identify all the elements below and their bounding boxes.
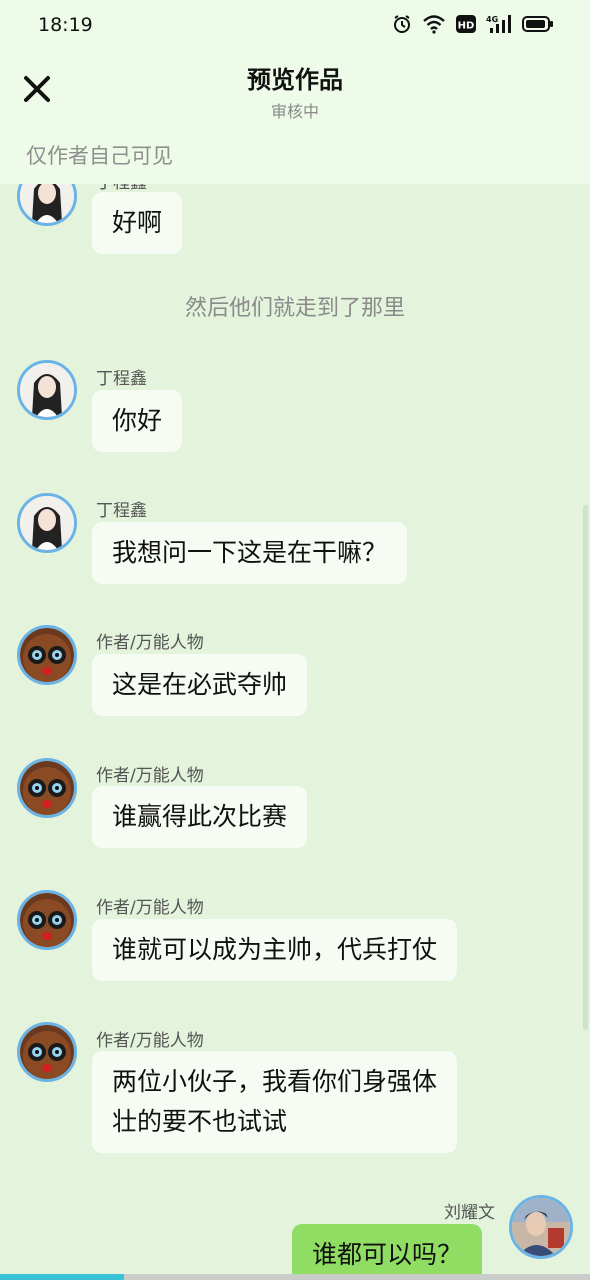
sender-name: 刘耀文 (444, 1203, 495, 1223)
battery-icon (522, 14, 554, 38)
message-bubble[interactable]: 我想问一下这是在干嘛？ (92, 522, 408, 584)
review-status: 审核中 (270, 102, 319, 121)
reading-progress-fill (0, 1274, 124, 1280)
page-title: 预览作品 (247, 66, 343, 94)
status-icons: HD 4G (392, 14, 554, 38)
sender-name: 作者/万能人物 (96, 898, 204, 918)
cartoon-avatar[interactable] (17, 1022, 77, 1082)
top-bar: 18:19 HD 4G 预览作品 审核中 仅作者自己可见 (0, 0, 590, 184)
chat-area[interactable]: 丁程鑫 好啊 然后他们就走到了那里 丁程鑫 你好 (0, 184, 590, 1280)
message-bubble[interactable]: 谁就可以成为主帅，代兵打仗 (92, 919, 458, 981)
cartoon-avatar[interactable] (17, 758, 77, 818)
message-bubble-self[interactable]: 谁都可以吗？ (292, 1224, 483, 1280)
hd-label: HD (458, 21, 475, 32)
cartoon-avatar[interactable] (17, 625, 77, 685)
girl-avatar[interactable] (17, 493, 77, 553)
message-bubble[interactable]: 这是在必武夺帅 (92, 654, 308, 716)
narration-text: 然后他们就走到了那里 (184, 296, 405, 321)
message-line: 壮的要不也试试 (112, 1107, 288, 1136)
sender-name: 作者/万能人物 (96, 766, 204, 786)
cartoon-avatar[interactable] (17, 890, 77, 950)
sender-name: 作者/万能人物 (96, 1031, 204, 1051)
sender-name: 丁程鑫 (96, 501, 147, 521)
message-line: 两位小伙子，我看你们身强体 (112, 1067, 438, 1096)
reading-progress-bar (0, 1274, 590, 1280)
network-label: 4G (486, 15, 498, 24)
message-bubble[interactable]: 好啊 (92, 192, 183, 254)
4g-signal-icon: 4G (486, 14, 512, 38)
visibility-note: 仅作者自己可见 (26, 144, 173, 168)
hd-icon: HD (456, 14, 476, 38)
boy-avatar[interactable] (509, 1195, 573, 1259)
message-bubble[interactable]: 你好 (92, 390, 183, 452)
sender-name: 丁程鑫 (96, 369, 147, 389)
alarm-icon (392, 14, 412, 38)
status-time: 18:19 (38, 14, 93, 36)
wifi-icon (422, 14, 446, 38)
message-bubble[interactable]: 两位小伙子，我看你们身强体 壮的要不也试试 (92, 1051, 458, 1153)
sender-name: 作者/万能人物 (96, 633, 204, 653)
message-bubble[interactable]: 谁赢得此次比赛 (92, 786, 308, 848)
girl-avatar[interactable] (17, 360, 77, 420)
chat-scrollbar[interactable] (583, 505, 588, 1030)
girl-avatar[interactable] (17, 184, 77, 226)
